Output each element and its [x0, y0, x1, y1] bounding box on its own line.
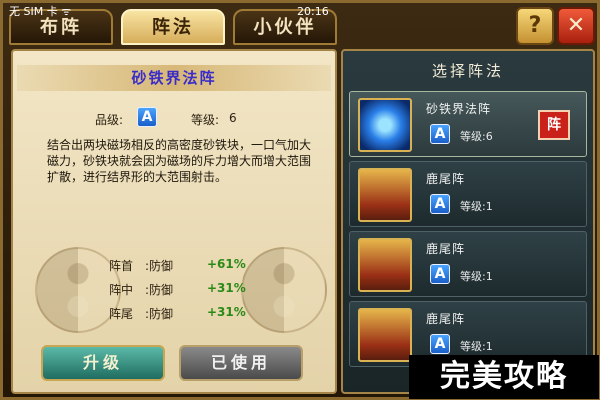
- bonus-position: 阵尾: [109, 307, 134, 321]
- formation-level: 等级:6: [460, 130, 493, 143]
- bonus-row-tail: 阵尾 :防御 +31%: [109, 305, 249, 321]
- bonus-attribute: :防御: [145, 283, 174, 297]
- bonus-value: +31%: [207, 305, 246, 319]
- formation-level: 等级:1: [460, 270, 493, 283]
- game-window: 无 SIM 卡 ᯤ 20:16 布阵 阵法 小伙伴 ? ✕ 砂铁界法阵 品级: …: [0, 0, 600, 400]
- grade-label: 品级:: [95, 113, 124, 127]
- grade-badge: A: [430, 334, 450, 354]
- formation-thumbnail: [358, 98, 412, 152]
- level-value: 6: [229, 111, 237, 125]
- formation-level: 等级:1: [460, 200, 493, 213]
- formation-thumbnail: [358, 238, 412, 292]
- grade-badge: A: [430, 264, 450, 284]
- formation-description: 结合出两块磁场相反的高密度砂铁块，一口气加大磁力，砂铁块就会因为磁场的斥力增大而…: [47, 138, 312, 184]
- upgrade-button[interactable]: 升级: [41, 345, 165, 381]
- bonus-row-middle: 阵中 :防御 +31%: [109, 281, 249, 297]
- formation-list-item[interactable]: 鹿尾阵 A 等级:1: [349, 161, 587, 227]
- formation-name: 砂铁界法阵: [426, 102, 492, 116]
- equipped-seal-icon: 阵: [538, 110, 570, 140]
- formation-name: 鹿尾阵: [426, 242, 466, 256]
- device-status-bar: 无 SIM 卡 ᯤ 20:16: [7, 5, 599, 19]
- bonus-attribute: :防御: [145, 259, 174, 273]
- formation-name: 鹿尾阵: [426, 172, 466, 186]
- bonus-value: +61%: [207, 257, 246, 271]
- formation-detail-panel: 砂铁界法阵 品级: A 等级: 6 结合出两块磁场相反的高密度砂铁块，一口气加大…: [11, 49, 337, 394]
- used-button[interactable]: 已使用: [179, 345, 303, 381]
- bonus-attribute: :防御: [145, 307, 174, 321]
- clock-time: 20:16: [297, 5, 329, 18]
- formation-list-item[interactable]: 鹿尾阵 A 等级:1: [349, 231, 587, 297]
- site-watermark: 完美攻略: [409, 355, 599, 399]
- yinyang-icon: [241, 247, 327, 333]
- bonus-position: 阵首: [109, 259, 134, 273]
- bonus-value: +31%: [207, 281, 246, 295]
- formation-selector-panel: 选择阵法 砂铁界法阵 A 等级:6 阵 鹿尾阵 A 等级:1 鹿尾阵 A 等级:…: [341, 49, 595, 394]
- bonus-row-head: 阵首 :防御 +61%: [109, 257, 249, 273]
- formation-title: 砂铁界法阵: [17, 65, 331, 91]
- grade-badge: A: [430, 194, 450, 214]
- formation-level: 等级:1: [460, 340, 493, 353]
- grade-badge: A: [430, 124, 450, 144]
- formation-name: 鹿尾阵: [426, 312, 466, 326]
- formation-thumbnail: [358, 168, 412, 222]
- selector-header: 选择阵法: [431, 62, 504, 80]
- formation-list-item[interactable]: 砂铁界法阵 A 等级:6 阵: [349, 91, 587, 157]
- bonus-position: 阵中: [109, 283, 134, 297]
- level-label: 等级:: [191, 113, 220, 127]
- formation-thumbnail: [358, 308, 412, 362]
- carrier-label: 无 SIM 卡 ᯤ: [9, 5, 72, 18]
- grade-badge: A: [137, 107, 157, 127]
